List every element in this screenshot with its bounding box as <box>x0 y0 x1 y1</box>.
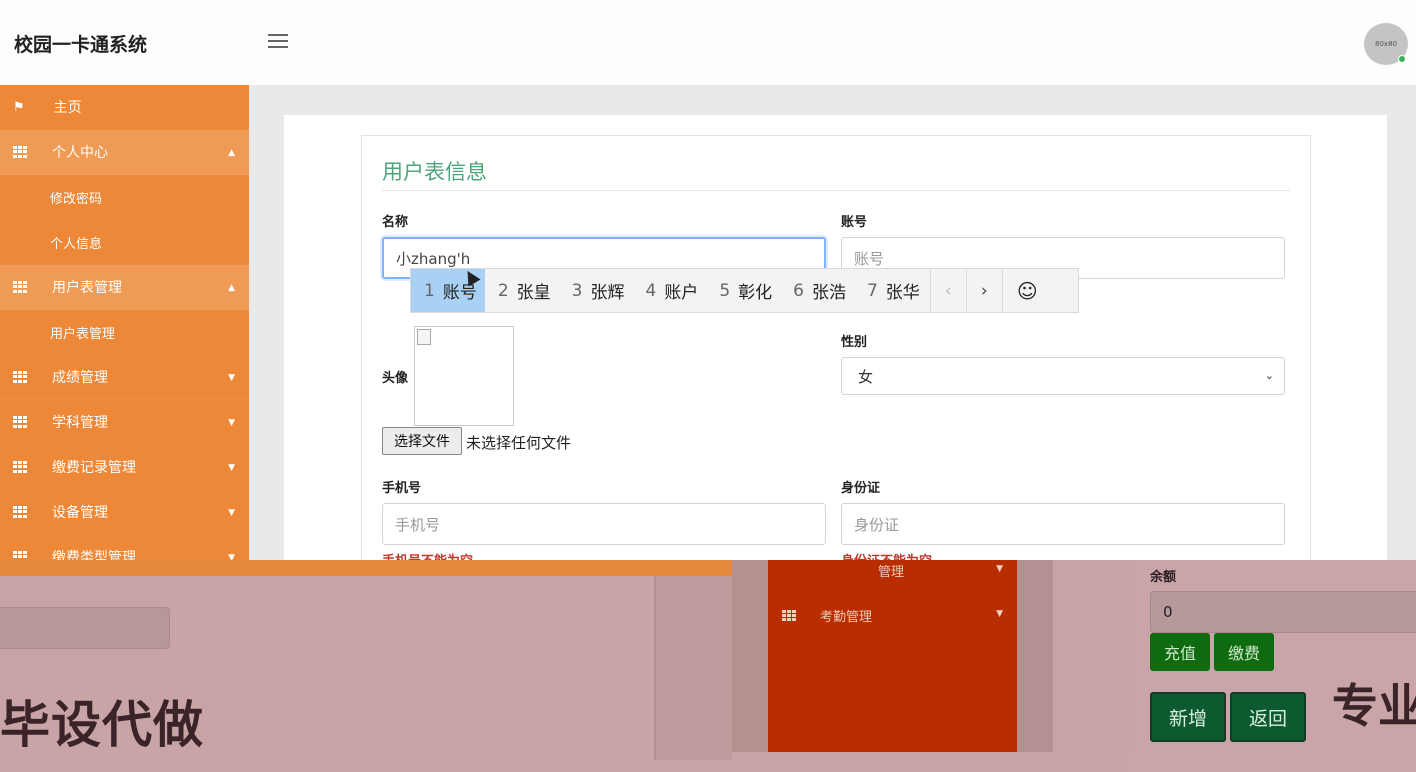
overlay-watermark-text-right: 专业 <box>1332 679 1416 733</box>
overlay-strip <box>654 576 732 760</box>
chevron-up-icon: ▲ <box>228 148 235 158</box>
overlay-balance-input: 0 <box>1150 591 1416 633</box>
sidebar-item-label: 成绩管理 <box>52 370 108 386</box>
overlay-pay-button: 缴费 <box>1214 633 1274 671</box>
overlay-input <box>0 607 170 649</box>
gender-select[interactable]: 女 ⌄ <box>841 357 1285 395</box>
broken-image-icon <box>417 329 431 345</box>
overlay-add-button: 新增 <box>1150 692 1226 742</box>
overlay-recharge-button: 充值 <box>1150 633 1210 671</box>
online-status-dot <box>1398 55 1406 63</box>
ime-prev-page-icon[interactable]: ‹ <box>929 269 966 312</box>
ime-candidate[interactable]: 2 张皇 <box>485 269 559 312</box>
grid-icon <box>13 146 27 158</box>
phone-error: 手机号不能为空 <box>382 550 473 560</box>
sidebar-item-change-password[interactable]: 修改密码 <box>0 175 249 220</box>
overlay-balance-label: 余额 <box>1150 570 1177 585</box>
sidebar-item-label: 设备管理 <box>52 505 108 521</box>
sidebar-item-payment-types[interactable]: 缴费类型管理 ▼ <box>0 535 249 560</box>
ime-candidate[interactable]: 6 张浩 <box>780 269 854 312</box>
name-label: 名称 <box>382 215 409 230</box>
overlay-strip <box>1017 560 1053 752</box>
sidebar-item-payment-records[interactable]: 缴费记录管理 ▼ <box>0 445 249 490</box>
chevron-down-icon: ▼ <box>228 373 235 383</box>
sidebar-item-label: 个人信息 <box>50 236 103 252</box>
sidebar-item-label: 缴费记录管理 <box>52 460 136 476</box>
overlay-watermark-text: 毕设代做 <box>0 696 204 754</box>
chevron-down-icon: ▼ <box>228 418 235 428</box>
idcard-label: 身份证 <box>841 481 881 496</box>
ime-candidate[interactable]: 5 彰化 <box>706 269 780 312</box>
grid-icon <box>13 416 27 428</box>
chevron-down-icon: ▼ <box>996 564 1003 574</box>
sidebar-item-label: 主页 <box>53 100 82 116</box>
sidebar-item-label: 缴费类型管理 <box>52 550 136 560</box>
chevron-down-icon: ▼ <box>996 609 1003 619</box>
overlay-back-button: 返回 <box>1230 692 1306 742</box>
ime-candidate-bar: 1 账号 2 张皇 3 张辉 4 账户 5 彰化 6 张浩 7 张华 ‹ › ☺ <box>410 268 1079 313</box>
emoji-icon[interactable]: ☺ <box>1001 269 1052 312</box>
sidebar-item-user-management-sub[interactable]: 用户表管理 <box>0 310 249 355</box>
overlay-strip <box>732 560 768 752</box>
file-status: 未选择任何文件 <box>466 434 572 452</box>
grid-icon <box>13 506 27 518</box>
sidebar-item-label: 用户表管理 <box>50 326 116 342</box>
gender-selected: 女 <box>858 367 874 386</box>
gender-label: 性别 <box>841 335 868 350</box>
account-label: 账号 <box>841 215 868 230</box>
chevron-up-icon: ▲ <box>228 283 235 293</box>
phone-label: 手机号 <box>382 481 422 496</box>
sidebar-item-label: 修改密码 <box>50 191 103 207</box>
ime-next-page-icon[interactable]: › <box>965 269 1002 312</box>
sidebar-item-devices[interactable]: 设备管理 ▼ <box>0 490 249 535</box>
app-title: 校园一卡通系统 <box>14 34 148 56</box>
flag-icon: ⚑ <box>13 99 25 115</box>
phone-input[interactable]: 手机号 <box>382 503 826 545</box>
overlay-menu-item: 考勤管理 ▼ <box>768 593 1017 638</box>
avatar-label: 头像 <box>382 371 409 386</box>
ime-candidate[interactable]: 4 账户 <box>632 269 706 312</box>
sidebar-item-user-management[interactable]: 用户表管理 ▲ <box>0 265 249 310</box>
ime-candidate[interactable]: 7 张华 <box>854 269 930 312</box>
idcard-input[interactable]: 身份证 <box>841 503 1285 545</box>
sidebar-item-personal-info[interactable]: 个人信息 <box>0 220 249 265</box>
sidebar-item-subjects[interactable]: 学科管理 ▼ <box>0 400 249 445</box>
sidebar-item-personal-center[interactable]: 个人中心 ▲ <box>0 130 249 175</box>
grid-icon <box>13 461 27 473</box>
chevron-down-icon: ▼ <box>228 553 235 560</box>
title-divider <box>382 190 1290 191</box>
sidebar-item-label: 个人中心 <box>52 145 108 161</box>
sidebar-item-label: 用户表管理 <box>52 280 122 296</box>
sidebar-item-label: 学科管理 <box>52 415 108 431</box>
grid-icon <box>13 281 27 293</box>
sidebar-item-grades[interactable]: 成绩管理 ▼ <box>0 355 249 400</box>
overlay-strip <box>1053 560 1129 752</box>
chevron-down-icon: ⌄ <box>1264 369 1274 382</box>
grid-icon <box>13 551 27 560</box>
chevron-down-icon: ▼ <box>228 463 235 473</box>
chevron-down-icon: ▼ <box>228 508 235 518</box>
grid-icon <box>13 371 27 383</box>
overlay-menu: 管理 ▼ 考勤管理 ▼ <box>768 560 1017 752</box>
ime-candidate[interactable]: 3 张辉 <box>559 269 633 312</box>
top-bar: 校园一卡通系统 80x80 <box>0 0 1416 85</box>
avatar-image <box>414 326 514 426</box>
overlay-menu-item: 管理 ▼ <box>878 564 1003 580</box>
choose-file-button[interactable]: 选择文件 <box>382 427 462 455</box>
sidebar-item-home[interactable]: ⚑ 主页 <box>0 85 249 130</box>
sidebar: ⚑ 主页 个人中心 ▲ 修改密码 个人信息 用户表管理 ▲ 用户表管理 成绩管理… <box>0 85 249 560</box>
form-title: 用户表信息 <box>382 160 487 184</box>
menu-toggle-icon[interactable] <box>268 34 288 50</box>
grid-icon <box>782 609 796 622</box>
